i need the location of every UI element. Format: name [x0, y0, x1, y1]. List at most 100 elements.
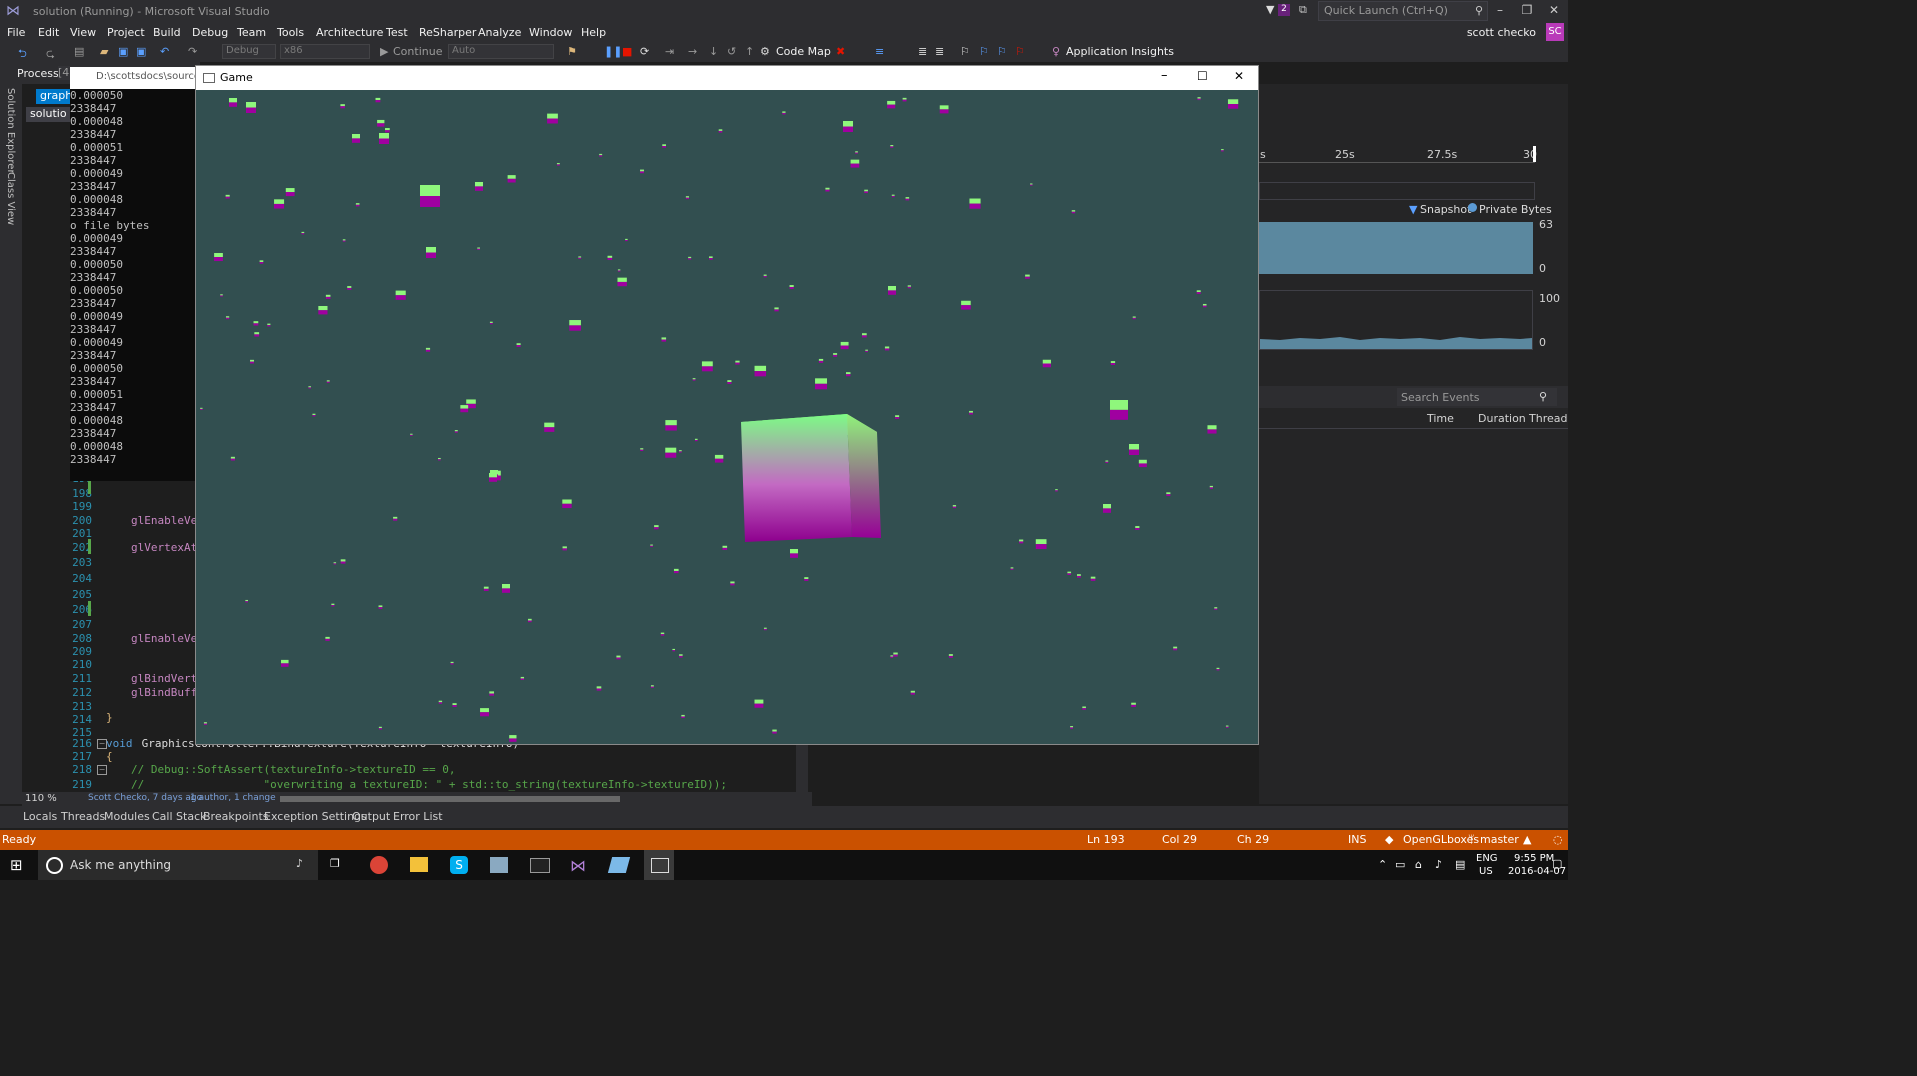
restore-button[interactable]: ❐ [1517, 3, 1537, 17]
menu-build[interactable]: Build [153, 26, 181, 39]
app-icon[interactable] [607, 857, 631, 873]
editor-tab-solution[interactable]: solutio [26, 107, 72, 122]
tab-breakpoints[interactable]: Breakpoints [203, 810, 269, 823]
platform-dropdown[interactable]: x86 [280, 44, 370, 59]
app-icon[interactable] [490, 857, 508, 873]
tab-output[interactable]: Output [352, 810, 390, 823]
menu-analyze[interactable]: Analyze [478, 26, 521, 39]
auto-dropdown[interactable]: Auto [448, 44, 554, 59]
clear-bookmarks-icon[interactable]: ⚐ [1015, 45, 1025, 58]
branch-menu-icon[interactable]: ▲ [1523, 833, 1531, 846]
show-hidden-icons[interactable]: ⌃ [1378, 858, 1387, 871]
pause-icon[interactable]: ❚❚ [604, 45, 622, 58]
tab-class-view[interactable]: Class View [5, 172, 16, 225]
game-maximize-button[interactable]: ☐ [1197, 69, 1208, 83]
search-events-input[interactable]: Search Events ⚲ [1397, 388, 1557, 406]
app-insights-icon[interactable]: ♀ [1052, 45, 1060, 58]
horizontal-scrollbar[interactable] [280, 796, 620, 802]
save-all-icon[interactable]: ▣ [136, 45, 146, 58]
code-map-icon[interactable]: ⚙ [760, 45, 770, 58]
menu-team[interactable]: Team [237, 26, 266, 39]
status-branch[interactable]: master [1480, 833, 1519, 846]
menu-resharper[interactable]: ReSharper [419, 26, 476, 39]
memory-graph[interactable] [1259, 222, 1533, 274]
cpu-graph[interactable] [1259, 290, 1533, 350]
bookmark-icon[interactable]: ⚐ [960, 45, 970, 58]
input-language[interactable]: ENG [1476, 853, 1498, 864]
menu-project[interactable]: Project [107, 26, 145, 39]
codelens-author[interactable]: Scott Checko, 7 days ago [88, 793, 202, 803]
threads-icon[interactable]: ≡ [875, 45, 884, 58]
game-minimize-button[interactable]: – [1161, 68, 1168, 83]
task-view-icon[interactable]: ❐ [330, 857, 340, 870]
step-out-icon[interactable]: ↑ [745, 45, 754, 58]
open-file-icon[interactable]: ▰ [100, 45, 108, 58]
tab-error-list[interactable]: Error List [393, 810, 443, 823]
save-icon[interactable]: ▣ [118, 45, 128, 58]
close-button[interactable]: ✕ [1544, 3, 1564, 17]
restart-icon[interactable]: ⟳ [640, 45, 649, 58]
file-explorer-icon[interactable] [410, 857, 428, 872]
menu-view[interactable]: View [70, 26, 96, 39]
process-icon[interactable]: ⚑ [567, 45, 577, 58]
menu-window[interactable]: Window [529, 26, 572, 39]
step-into-icon[interactable]: ↓ [709, 45, 718, 58]
console-taskbar-icon[interactable] [530, 858, 550, 873]
process-dropdown[interactable]: [4 [58, 66, 70, 80]
editor-tab-graphics[interactable]: graphi [36, 89, 75, 104]
menu-debug[interactable]: Debug [192, 26, 228, 39]
feedback-icon[interactable]: ⧉ [1299, 3, 1307, 17]
input-region[interactable]: US [1479, 866, 1493, 877]
game-window[interactable]: Game – ☐ ✕ [195, 65, 1259, 745]
exception-icon[interactable]: ✖ [836, 45, 845, 58]
menu-help[interactable]: Help [581, 26, 606, 39]
windows-start-icon[interactable]: ⊞ [10, 856, 23, 874]
chrome-icon[interactable] [370, 856, 388, 874]
code-map-button[interactable]: Code Map [776, 45, 831, 58]
tab-call-stack[interactable]: Call Stack [152, 810, 206, 823]
visual-studio-taskbar-icon[interactable]: ⋈ [570, 856, 586, 875]
game-close-button[interactable]: ✕ [1234, 69, 1244, 83]
menu-test[interactable]: Test [386, 26, 408, 39]
tab-locals[interactable]: Locals [23, 810, 57, 823]
skype-icon[interactable]: S [450, 856, 468, 874]
column-duration[interactable]: Duration [1478, 412, 1526, 425]
step-back-icon[interactable]: ↺ [727, 45, 736, 58]
zoom-level[interactable]: 110 % [25, 793, 57, 804]
game-viewport[interactable] [196, 90, 1258, 744]
prev-bookmark-icon[interactable]: ⚐ [979, 45, 989, 58]
continue-button[interactable]: Continue [393, 45, 442, 58]
app-insights-button[interactable]: Application Insights [1066, 45, 1174, 58]
tab-modules[interactable]: Modules [104, 810, 150, 823]
minimize-button[interactable]: – [1490, 3, 1510, 17]
stop-icon[interactable]: ■ [622, 45, 632, 58]
message-icon[interactable]: ▤ [1455, 858, 1465, 871]
microphone-icon[interactable]: ♪ [296, 857, 303, 870]
console-window[interactable]: D:\scottsdocs\sourcec 0.000050 2338447 0.0… [70, 67, 200, 481]
new-project-icon[interactable]: ▤ [74, 45, 84, 58]
undo-icon[interactable]: ↶ [160, 45, 169, 58]
tab-threads[interactable]: Threads [61, 810, 105, 823]
cortana-search-box[interactable]: Ask me anything ♪ [38, 850, 318, 880]
timeline-cursor[interactable] [1533, 146, 1536, 162]
timeline-ruler[interactable]: s 25s 27.5s 30 [1259, 146, 1537, 163]
action-center-icon[interactable]: ▢ [1552, 857, 1562, 870]
notifications-icon[interactable]: ◌ [1553, 833, 1563, 846]
step-over-icon[interactable]: → [688, 45, 697, 58]
redo-icon[interactable]: ↷ [188, 45, 197, 58]
format-icon[interactable]: ≣ [918, 45, 927, 58]
battery-icon[interactable]: ▭ [1395, 858, 1405, 871]
codelens-changes[interactable]: 1 author, 1 change [190, 793, 276, 803]
show-next-statement-icon[interactable]: ⇥ [665, 45, 674, 58]
menu-edit[interactable]: Edit [38, 26, 59, 39]
comment-icon[interactable]: ≣ [935, 45, 944, 58]
user-name[interactable]: scott checko [1467, 26, 1536, 39]
collapse-icon[interactable]: − [97, 765, 107, 775]
configuration-dropdown[interactable]: Debug [222, 44, 276, 59]
volume-icon[interactable]: ♪ [1435, 858, 1442, 871]
next-bookmark-icon[interactable]: ⚐ [997, 45, 1007, 58]
clock-time[interactable]: 9:55 PM [1514, 853, 1554, 864]
notification-flag-icon[interactable]: ▼ [1266, 3, 1274, 16]
quick-launch-input[interactable]: Quick Launch (Ctrl+Q) ⚲ [1318, 1, 1488, 21]
continue-icon[interactable]: ▶ [380, 45, 388, 58]
